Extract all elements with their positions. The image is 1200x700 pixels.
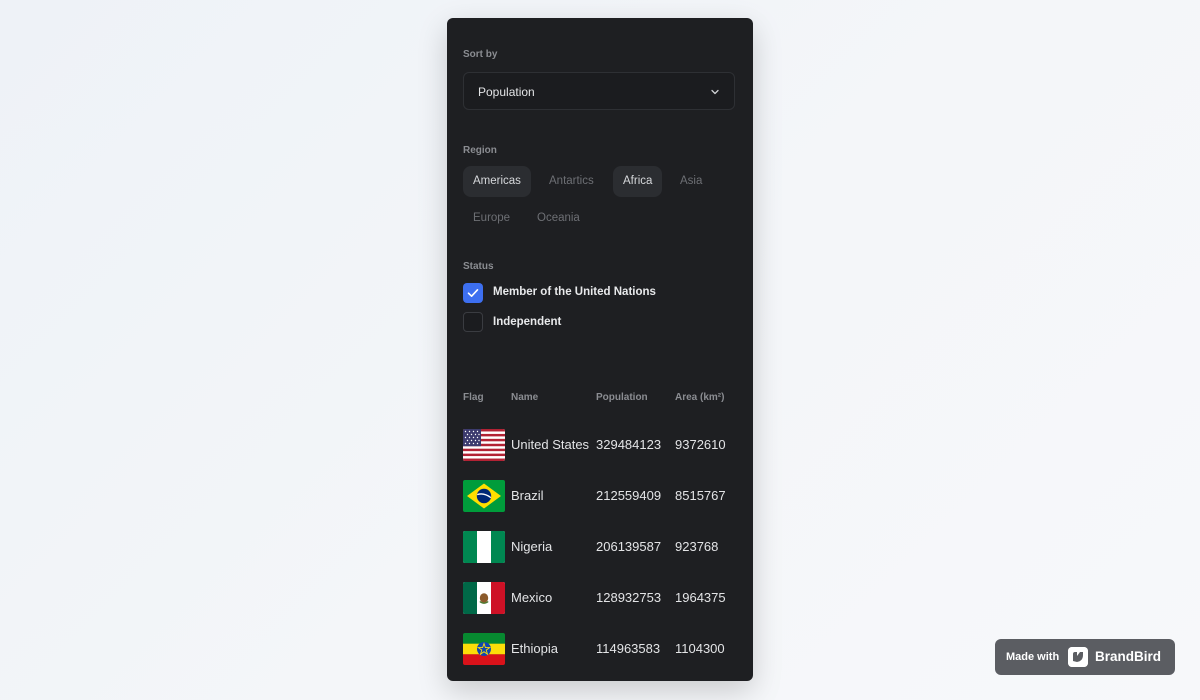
column-header-name: Name bbox=[511, 392, 539, 403]
region-chip-antartics[interactable]: Antartics bbox=[539, 166, 604, 197]
independent-checkbox[interactable] bbox=[463, 312, 483, 332]
made-with-label: Made with bbox=[1006, 651, 1060, 663]
region-chip-europe[interactable]: Europe bbox=[463, 203, 520, 234]
ethiopia-flag-icon bbox=[463, 633, 505, 665]
region-chip-asia[interactable]: Asia bbox=[670, 166, 712, 197]
country-area: 9372610 bbox=[675, 437, 726, 452]
us-flag-icon bbox=[463, 429, 505, 461]
column-header-population: Population bbox=[596, 392, 648, 403]
brandbird-label: BrandBird bbox=[1095, 649, 1162, 664]
sort-by-label: Sort by bbox=[463, 49, 498, 60]
region-chip-americas[interactable]: Americas bbox=[463, 166, 531, 197]
country-name: Nigeria bbox=[511, 539, 553, 554]
status-label: Status bbox=[463, 261, 494, 272]
country-area: 1104300 bbox=[675, 641, 725, 656]
table-row[interactable]: United States 329484123 9372610 bbox=[447, 425, 753, 465]
brandbird-logo-icon bbox=[1068, 647, 1088, 667]
country-name: Ethiopia bbox=[511, 641, 558, 656]
country-population: 212559409 bbox=[596, 488, 662, 503]
region-chip-oceania[interactable]: Oceania bbox=[527, 203, 590, 234]
country-population: 114963583 bbox=[596, 641, 661, 656]
nigeria-flag-icon bbox=[463, 531, 505, 563]
un-member-checkbox[interactable] bbox=[463, 283, 483, 303]
country-area: 8515767 bbox=[675, 488, 726, 503]
column-header-flag: Flag bbox=[463, 392, 484, 403]
chevron-down-icon bbox=[711, 89, 719, 95]
made-with-brandbird-badge[interactable]: Made with BrandBird bbox=[995, 639, 1175, 675]
table-row[interactable]: Brazil 212559409 8515767 bbox=[447, 476, 753, 516]
un-member-label[interactable]: Member of the United Nations bbox=[493, 286, 656, 298]
country-name: United States bbox=[511, 437, 590, 452]
country-population: 206139587 bbox=[596, 539, 662, 554]
checkmark-icon bbox=[467, 289, 479, 297]
country-area: 1964375 bbox=[675, 590, 726, 605]
independent-label[interactable]: Independent bbox=[493, 316, 561, 328]
country-population: 128932753 bbox=[596, 590, 662, 605]
filter-panel: Sort by Population Region Americas Antar… bbox=[447, 18, 753, 681]
country-population: 329484123 bbox=[596, 437, 662, 452]
table-row[interactable]: Nigeria 206139587 923768 bbox=[447, 527, 753, 567]
mexico-flag-icon bbox=[463, 582, 505, 614]
sort-by-value: Population bbox=[478, 85, 535, 99]
table-row[interactable]: Mexico 128932753 1964375 bbox=[447, 578, 753, 618]
country-name: Brazil bbox=[511, 488, 544, 503]
region-label: Region bbox=[463, 145, 497, 156]
region-chip-africa[interactable]: Africa bbox=[613, 166, 663, 197]
column-header-area: Area (km²) bbox=[675, 392, 725, 403]
sort-by-dropdown[interactable]: Population bbox=[463, 72, 735, 110]
country-area: 923768 bbox=[675, 539, 719, 554]
brazil-flag-icon bbox=[463, 480, 505, 512]
table-row[interactable]: Ethiopia 114963583 1104300 bbox=[447, 629, 753, 669]
country-name: Mexico bbox=[511, 590, 553, 605]
